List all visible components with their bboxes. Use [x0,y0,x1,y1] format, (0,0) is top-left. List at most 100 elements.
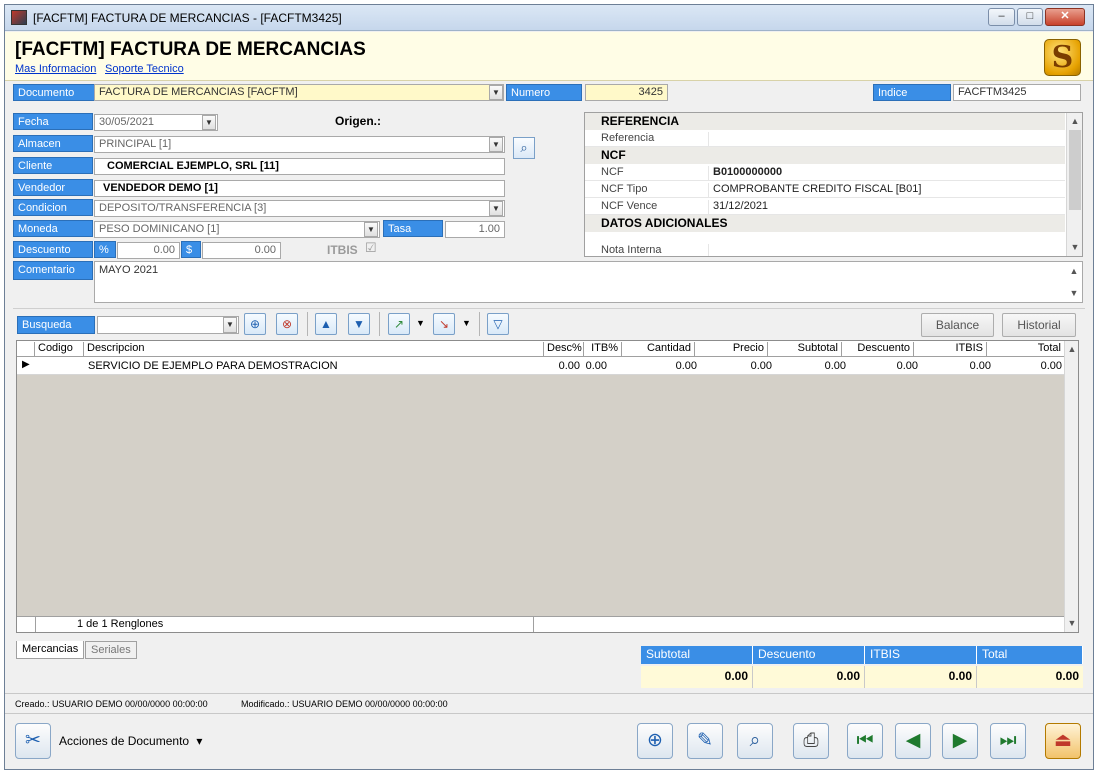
add-row-icon[interactable]: ⊕ [244,313,266,335]
ref-row-ncf-vence[interactable]: NCF Vence 31/12/2021 [585,198,1065,215]
minimize-button[interactable]: – [988,8,1015,26]
condicion-label: Condicion [13,199,93,216]
cell-total[interactable]: 0.00 [987,360,1062,372]
ref-scroll-thumb[interactable] [1069,130,1081,210]
ref-row-nota-interna[interactable]: Nota Interna [585,232,1065,256]
cell-cantidad[interactable]: 0.00 [622,360,697,372]
tab-seriales[interactable]: Seriales [85,641,137,659]
moneda-select[interactable]: PESO DOMINICANO [1] [94,221,380,238]
ref-row-ncf[interactable]: NCF B0100000000 [585,164,1065,181]
subtotal-label: Subtotal [641,646,753,664]
cell-precio[interactable]: 0.00 [695,360,772,372]
col-codigo[interactable]: Codigo [35,342,84,356]
descuento-percent-field[interactable]: 0.00 [117,242,180,259]
documento-dropdown-icon[interactable]: ▼ [489,85,503,100]
fecha-field[interactable]: 30/05/2021 [94,114,218,131]
descuento-amount-field[interactable]: 0.00 [202,242,281,259]
tools-icon[interactable]: ✂ [15,723,51,759]
tab-mercancias[interactable]: Mercancias [16,641,85,659]
cell-itb-pct[interactable]: 0.00 [584,360,607,372]
documento-select[interactable]: FACTURA DE MERCANCIAS [FACFTM] [94,84,504,101]
balance-button[interactable]: Balance [921,313,994,337]
import-dropdown-icon[interactable]: ▼ [416,318,425,328]
previous-record-icon[interactable]: ◀ [895,723,931,759]
col-precio[interactable]: Precio [695,342,768,356]
cliente-field[interactable]: COMERCIAL EJEMPLO, SRL [11] [94,158,505,175]
itbis-total-label: ITBIS [865,646,977,664]
chevron-down-icon: ▾ [196,734,203,748]
comentario-scroll-up-icon[interactable]: ▲ [1066,263,1082,279]
next-record-icon[interactable]: ▶ [942,723,978,759]
col-cantidad[interactable]: Cantidad [622,342,695,356]
restore-button[interactable]: □ [1017,8,1043,26]
cell-descripcion[interactable]: SERVICIO DE EJEMPLO PARA DEMOSTRACION [88,360,338,372]
comentario-textarea[interactable]: MAYO 2021 ▲ ▼ [94,261,1083,303]
busqueda-dropdown-icon[interactable]: ▼ [223,317,237,333]
tech-support-link[interactable]: Soporte Tecnico [105,63,184,75]
busqueda-input[interactable] [97,316,239,334]
move-up-icon[interactable]: ▲ [315,313,337,335]
dollar-logo-icon: S [1044,39,1081,76]
last-record-icon[interactable]: ⏭ [990,723,1026,759]
historial-button[interactable]: Historial [1002,313,1076,337]
ref-scroll-down-icon[interactable]: ▼ [1067,239,1082,255]
first-record-icon[interactable]: ⏮ [847,723,883,759]
grid-scroll-down-icon[interactable]: ▼ [1064,615,1078,631]
col-descuento[interactable]: Descuento [842,342,914,356]
condicion-dropdown-icon[interactable]: ▼ [489,201,503,216]
col-itb-pct[interactable]: ITB% [584,342,622,356]
comentario-scroll-down-icon[interactable]: ▼ [1066,285,1082,301]
fecha-dropdown-icon[interactable]: ▼ [202,115,216,130]
lookup-icon[interactable]: ⌕ [513,137,535,159]
window-title: [FACFTM] FACTURA DE MERCANCIAS - [FACFTM… [33,11,342,25]
row-count: 1 de 1 Renglones [77,618,164,630]
ref-row-ncf-tipo[interactable]: NCF Tipo COMPROBANTE CREDITO FISCAL [B01… [585,181,1065,198]
table-row[interactable]: ▶ SERVICIO DE EJEMPLO PARA DEMOSTRACION … [17,357,1064,375]
grid-scroll-up-icon[interactable]: ▲ [1064,341,1078,357]
close-button[interactable]: ✕ [1045,8,1085,26]
indice-field[interactable]: FACFTM3425 [953,84,1081,101]
condicion-select[interactable]: DEPOSITO/TRANSFERENCIA [3] [94,200,505,217]
itbis-checkbox[interactable]: ☑ [365,240,377,256]
cell-itbis[interactable]: 0.00 [914,360,991,372]
cell-descuento[interactable]: 0.00 [842,360,918,372]
move-down-icon[interactable]: ▼ [348,313,370,335]
more-info-link[interactable]: Mas Informacion [15,63,96,75]
col-subtotal[interactable]: Subtotal [768,342,842,356]
import-icon[interactable]: ↗ [388,313,410,335]
page-title: [FACFTM] FACTURA DE MERCANCIAS [15,39,366,60]
moneda-dropdown-icon[interactable]: ▼ [364,222,378,237]
export-icon[interactable]: ↘ [433,313,455,335]
exit-icon[interactable]: ⏏ [1045,723,1081,759]
cell-subtotal[interactable]: 0.00 [768,360,846,372]
col-desc-pct[interactable]: Desc% [544,342,584,356]
descuento-total-value: 0.00 [753,666,865,688]
numero-field[interactable]: 3425 [585,84,668,101]
referencia-key: Referencia [601,132,709,147]
print-icon[interactable]: ⎙ [793,723,829,759]
title-bar: [FACFTM] FACTURA DE MERCANCIAS - [FACFTM… [5,5,1093,31]
total-value: 0.00 [977,666,1083,688]
cell-desc-pct[interactable]: 0.00 [544,360,580,372]
dollar-label: $ [181,241,201,258]
edit-document-icon[interactable]: ✎ [687,723,723,759]
preview-icon[interactable]: ⌕ [737,723,773,759]
app-window: [FACFTM] FACTURA DE MERCANCIAS - [FACFTM… [4,4,1094,770]
new-document-icon[interactable]: ⊕ [637,723,673,759]
col-descripcion[interactable]: Descripcion [84,342,544,356]
export-dropdown-icon[interactable]: ▼ [462,318,471,328]
reference-scrollbar[interactable]: ▲ ▼ [1066,113,1082,256]
tasa-field[interactable]: 1.00 [445,221,505,238]
col-total[interactable]: Total [987,342,1064,356]
ref-row-referencia[interactable]: Referencia [585,130,1065,147]
delete-row-icon[interactable]: ⊗ [276,313,298,335]
vendedor-field[interactable]: VENDEDOR DEMO [1] [94,180,505,197]
ref-scroll-up-icon[interactable]: ▲ [1067,113,1082,129]
col-itbis[interactable]: ITBIS [914,342,987,356]
filter-icon[interactable]: ▽ [487,313,509,335]
almacen-dropdown-icon[interactable]: ▼ [489,137,503,152]
almacen-select[interactable]: PRINCIPAL [1] [94,136,505,153]
document-actions-menu[interactable]: Acciones de Documento ▾ [59,734,202,748]
grid-scrollbar[interactable]: ▲ ▼ [1064,341,1078,632]
subtotal-value: 0.00 [641,666,753,688]
